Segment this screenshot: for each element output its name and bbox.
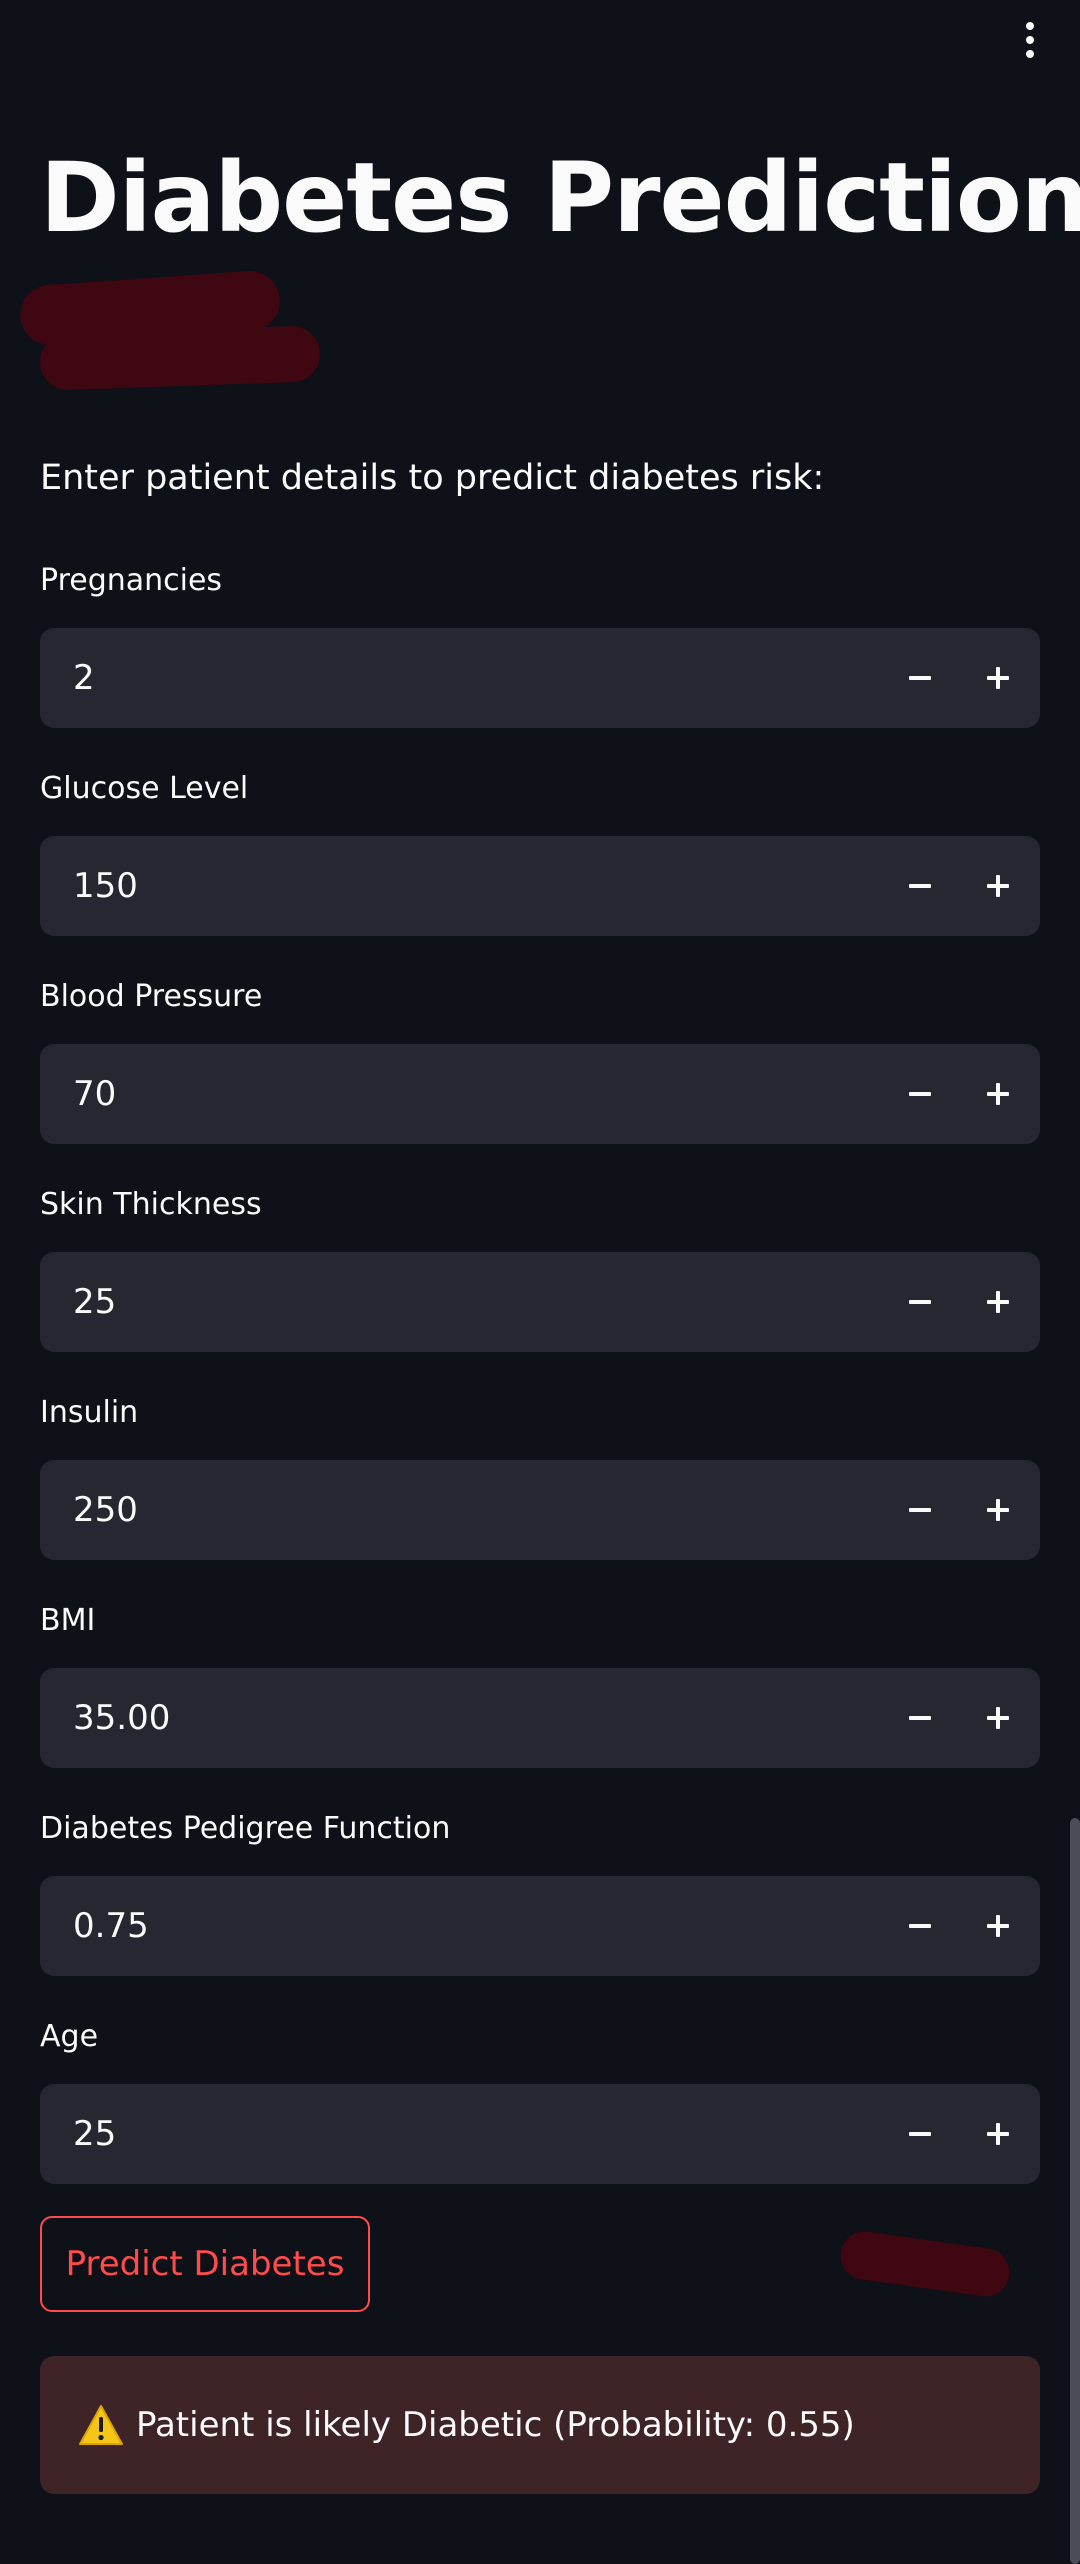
field-label: Glucose Level	[40, 771, 249, 806]
plus-icon	[987, 1083, 1009, 1105]
minus-icon	[909, 1915, 931, 1937]
increment-button[interactable]	[959, 1668, 1037, 1768]
decrement-button[interactable]	[881, 836, 959, 936]
decrement-button[interactable]	[881, 2084, 959, 2184]
plus-icon	[987, 875, 1009, 897]
field-label: Pregnancies	[40, 563, 223, 598]
decrement-button[interactable]	[881, 1876, 959, 1976]
prediction-result-alert: Patient is likely Diabetic (Probability:…	[40, 2356, 1040, 2494]
decrement-button[interactable]	[881, 1252, 959, 1352]
increment-button[interactable]	[959, 628, 1037, 728]
minus-icon	[909, 1707, 931, 1729]
field-label: Diabetes Pedigree Function	[40, 1811, 451, 1846]
number-stepper	[40, 1876, 1040, 1976]
minus-icon	[909, 875, 931, 897]
number-stepper	[40, 1460, 1040, 1560]
redaction-scribble	[837, 2228, 1013, 2300]
page-subtitle: Enter patient details to predict diabete…	[40, 458, 825, 498]
increment-button[interactable]	[959, 1252, 1037, 1352]
minus-icon	[909, 1499, 931, 1521]
number-input[interactable]	[71, 2113, 881, 2155]
minus-icon	[909, 2123, 931, 2145]
menu-dot	[1026, 22, 1034, 30]
redaction-scribble	[39, 325, 321, 391]
number-input[interactable]	[71, 1489, 881, 1531]
number-input[interactable]	[71, 1073, 881, 1115]
field-label: Blood Pressure	[40, 979, 263, 1014]
result-message: Patient is likely Diabetic (Probability:…	[136, 2405, 855, 2445]
decrement-button[interactable]	[881, 1460, 959, 1560]
plus-icon	[987, 667, 1009, 689]
field-blood-pressure: Blood Pressure	[40, 977, 1040, 1144]
warning-icon	[78, 2404, 124, 2446]
number-stepper	[40, 836, 1040, 936]
predict-diabetes-button[interactable]: Predict Diabetes	[40, 2216, 370, 2312]
decrement-button[interactable]	[881, 628, 959, 728]
number-input[interactable]	[71, 1281, 881, 1323]
field-label: Age	[40, 2019, 99, 2054]
field-label: Skin Thickness	[40, 1187, 262, 1222]
number-input[interactable]	[71, 1697, 881, 1739]
decrement-button[interactable]	[881, 1044, 959, 1144]
field-glucose-level: Glucose Level	[40, 769, 1040, 936]
scrollbar[interactable]	[1070, 1818, 1080, 2564]
increment-button[interactable]	[959, 836, 1037, 936]
menu-dot	[1026, 50, 1034, 58]
menu-dot	[1026, 36, 1034, 44]
minus-icon	[909, 667, 931, 689]
field-pregnancies: Pregnancies	[40, 561, 1040, 728]
plus-icon	[987, 1291, 1009, 1313]
field-label: Insulin	[40, 1395, 139, 1430]
decrement-button[interactable]	[881, 1668, 959, 1768]
number-stepper	[40, 2084, 1040, 2184]
plus-icon	[987, 1915, 1009, 1937]
number-input[interactable]	[71, 865, 881, 907]
plus-icon	[987, 1707, 1009, 1729]
plus-icon	[987, 2123, 1009, 2145]
minus-icon	[909, 1083, 931, 1105]
number-input[interactable]	[71, 1905, 881, 1947]
number-stepper	[40, 1252, 1040, 1352]
field-age: Age	[40, 2017, 1040, 2184]
number-stepper	[40, 1668, 1040, 1768]
number-stepper	[40, 1044, 1040, 1144]
number-input[interactable]	[71, 657, 881, 699]
menu-button[interactable]	[1018, 18, 1042, 62]
field-insulin: Insulin	[40, 1393, 1040, 1560]
increment-button[interactable]	[959, 1044, 1037, 1144]
field-skin-thickness: Skin Thickness	[40, 1185, 1040, 1352]
minus-icon	[909, 1291, 931, 1313]
field-label: BMI	[40, 1603, 96, 1638]
number-stepper	[40, 628, 1040, 728]
increment-button[interactable]	[959, 2084, 1037, 2184]
field-diabetes-pedigree-function: Diabetes Pedigree Function	[40, 1809, 1040, 1976]
field-bmi: BMI	[40, 1601, 1040, 1768]
page-title: Diabetes Prediction	[40, 142, 1080, 254]
increment-button[interactable]	[959, 1460, 1037, 1560]
increment-button[interactable]	[959, 1876, 1037, 1976]
plus-icon	[987, 1499, 1009, 1521]
